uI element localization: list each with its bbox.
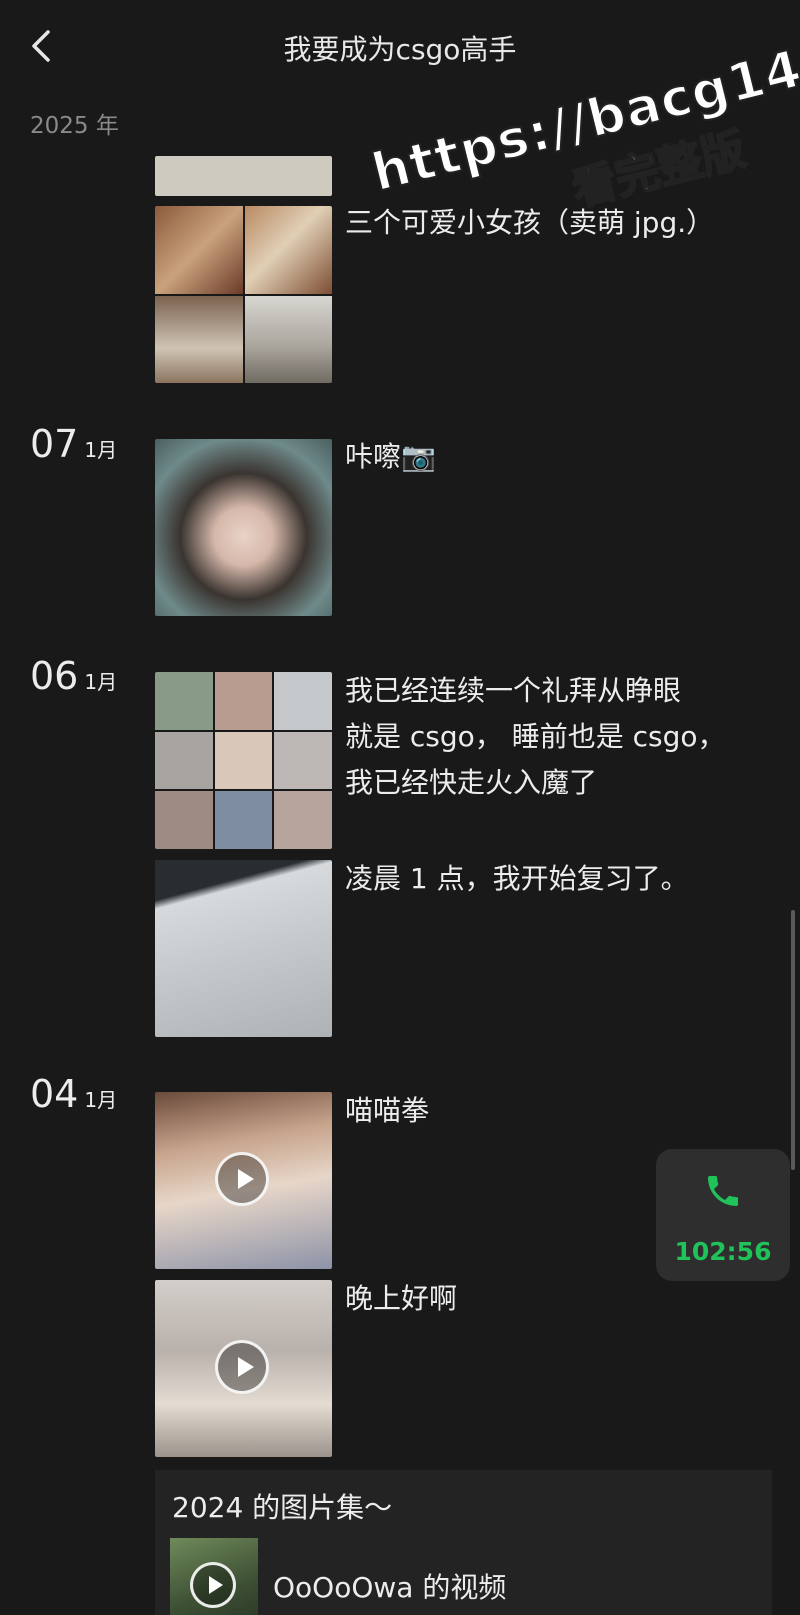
post-caption: 三个可爱小女孩（卖萌 jpg.） [345,206,715,239]
post-caption: 晚上好啊 [345,1282,458,1315]
play-icon[interactable] [190,1562,236,1608]
post-date: 04 1月 [30,1072,118,1116]
video-thumbnail[interactable] [155,1092,332,1269]
play-icon[interactable] [215,1152,269,1206]
call-floating-widget[interactable]: 102:56 [656,1149,790,1281]
play-icon[interactable] [215,1340,269,1394]
collection-item-label: OoOoOwa 的视频 [273,1571,507,1604]
collection-card[interactable]: 2024 的图片集～ OoOoOwa 的视频 [155,1470,772,1615]
call-duration: 102:56 [674,1237,772,1266]
timeline[interactable]: 三个可爱小女孩（卖萌 jpg.） 07 1月 咔嚓📷 06 1月 我已经连续一个礼拜… [0,156,800,1615]
scrollbar[interactable] [791,910,795,1170]
video-thumbnail[interactable] [170,1538,258,1615]
post-date: 07 1月 [30,422,118,466]
photo-thumbnail[interactable] [155,156,332,196]
post-caption: 我已经连续一个礼拜从睁眼 就是 csgo， 睡前也是 csgo， 我已经快走火入… [345,674,726,799]
phone-icon [708,1176,738,1206]
year-label: 2025 年 [30,113,119,139]
selfie-photo[interactable] [155,439,332,616]
video-thumbnail[interactable] [155,1280,332,1457]
post-caption: 喵喵拳 [345,1094,430,1127]
top-bar: 我要成为csgo高手 2025 年 [0,0,800,156]
photo-grid[interactable] [155,672,332,849]
post-caption: 咔嚓📷 [345,440,436,473]
post-date: 06 1月 [30,654,118,698]
post-caption: 凌晨 1 点，我开始复习了。 [345,862,689,895]
book-photo[interactable] [155,860,332,1037]
collection-title: 2024 的图片集～ [172,1491,393,1524]
page-title: 我要成为csgo高手 [283,33,517,66]
photo-grid[interactable] [155,206,332,383]
